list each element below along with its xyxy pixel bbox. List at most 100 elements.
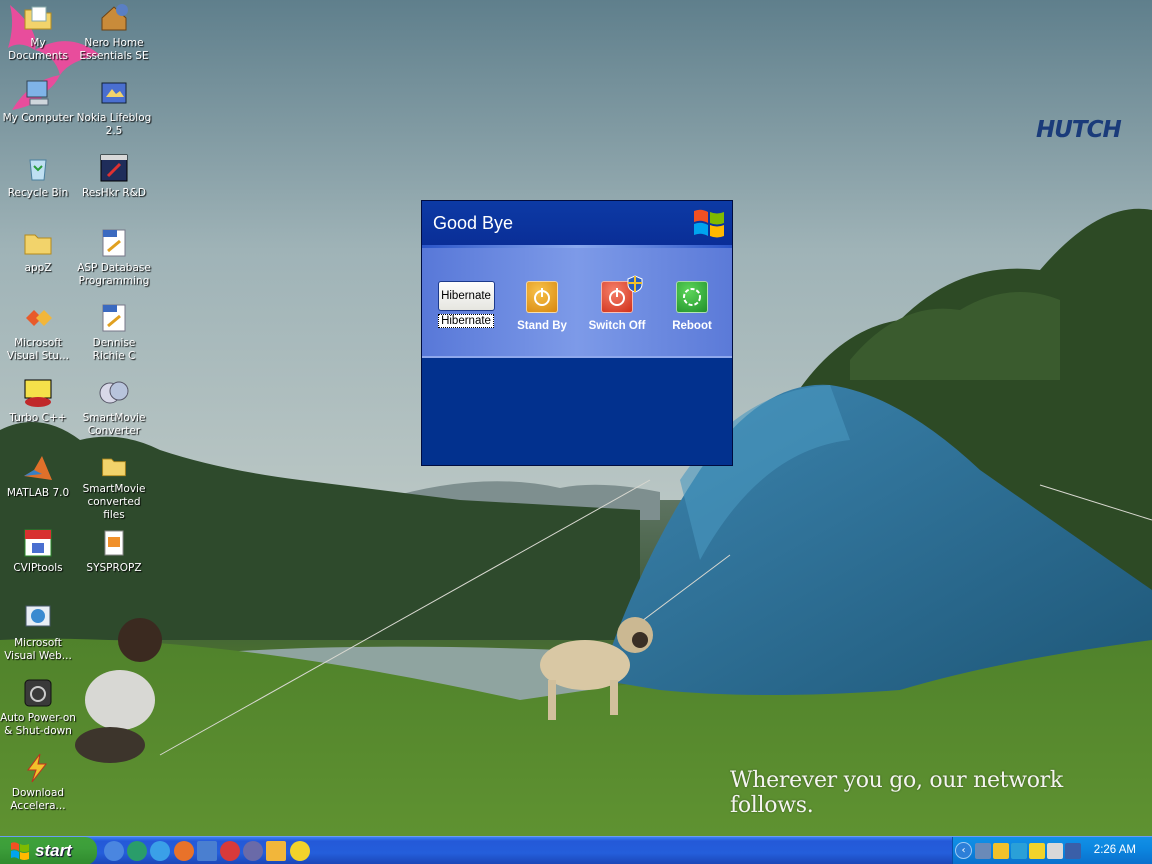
desktop-icon-label: Download Accelera... <box>10 787 66 812</box>
security-shield-icon[interactable] <box>993 843 1009 859</box>
triangle-app-icon[interactable] <box>196 841 217 861</box>
hibernate-button[interactable]: Hibernate <box>437 281 495 311</box>
network-icon[interactable] <box>127 841 148 861</box>
desktop-icon-label: SYSPROPZ <box>86 562 142 574</box>
clock[interactable]: 2:26 AM <box>1094 844 1136 856</box>
visual-web-icon <box>25 605 51 627</box>
desktop-icon-turbo-cpp[interactable]: Turbo C++ <box>0 375 76 447</box>
desktop-icon-label: Auto Power-on & Shut-down <box>0 712 76 737</box>
desktop-icon-visual-web[interactable]: Microsoft Visual Web... <box>0 600 76 672</box>
desktop-icon-reshacker[interactable]: ResHkr R&D <box>76 150 152 222</box>
desktop-icon-label: CVIPtools <box>13 562 63 574</box>
desktop-icon-dennise-richie[interactable]: Dennise Richie C <box>76 300 152 372</box>
recycle-bin-icon <box>29 159 47 181</box>
desktop-icon-matlab[interactable]: MATLAB 7.0 <box>0 450 76 522</box>
cviptools-icon <box>24 529 52 557</box>
pdf-icon <box>102 304 126 332</box>
opera-icon[interactable] <box>219 841 240 861</box>
reboot-option[interactable]: Reboot <box>657 281 727 332</box>
warning-icon[interactable] <box>1029 843 1045 859</box>
firefox-icon[interactable] <box>173 841 194 861</box>
desktop-icon-label: Turbo C++ <box>9 412 67 424</box>
desktop-icon-label: SmartMovie Converter <box>82 412 146 437</box>
desktop-icon-cviptools[interactable]: CVIPtools <box>0 525 76 597</box>
desktop-icon-auto-power[interactable]: Auto Power-on & Shut-down <box>0 675 76 747</box>
desktop-icon-nero-home[interactable]: Nero Home Essentials SE <box>76 0 152 72</box>
ie-icon[interactable] <box>104 841 124 861</box>
folder-icon <box>24 234 52 255</box>
reboot-label: Reboot <box>672 320 712 332</box>
desktop-icon-my-documents[interactable]: My Documents <box>0 0 76 72</box>
desktop-icon-label: Microsoft Visual Web... <box>4 637 72 662</box>
desktop-icon-label: appZ <box>24 262 52 274</box>
dialog-title-bar: Good Bye <box>422 201 732 245</box>
nero-home-icon <box>101 4 128 31</box>
brand-wordmark: HUTCH <box>1036 117 1122 143</box>
network-icon[interactable] <box>975 843 991 859</box>
dialog-footer-stripe <box>422 356 732 358</box>
desktop-icon-label: My Documents <box>8 37 68 62</box>
internet-explorer-icon[interactable] <box>150 841 171 861</box>
switch-off-label: Switch Off <box>588 320 646 332</box>
desktop-icon-label: Dennise Richie C <box>92 337 136 362</box>
desktop-icon-label: ASP Database Programming <box>77 262 151 287</box>
volume-icon[interactable] <box>1047 843 1063 859</box>
sysprop-icon <box>104 530 124 556</box>
desktop-icon-smartmovie-files[interactable]: SmartMovie converted files <box>76 450 152 522</box>
quick-launch-bar <box>104 841 313 861</box>
standby-label: Stand By <box>517 320 567 332</box>
desktop-icon-label: Nokia Lifeblog 2.5 <box>76 112 152 137</box>
desktop-icon-visual-studio[interactable]: Microsoft Visual Stu... <box>0 300 76 372</box>
computer-icon <box>26 80 49 106</box>
folder-documents-icon <box>24 6 52 30</box>
lifeblog-icon <box>101 82 127 104</box>
security-shield-icon <box>627 275 643 293</box>
media-player-icon[interactable] <box>243 841 264 861</box>
wireless-icon[interactable] <box>1011 843 1027 859</box>
reshacker-icon <box>100 154 128 182</box>
pdf-icon <box>102 229 126 257</box>
matlab-icon <box>24 456 52 480</box>
start-label: start <box>35 841 72 860</box>
taskbar: start ‹ 2:26 AM <box>0 836 1152 864</box>
desktop-icon-label: ResHkr R&D <box>82 187 146 199</box>
start-button[interactable]: start <box>0 837 97 864</box>
desktop-icon-label: My Computer <box>2 112 74 124</box>
desktop-icon-appz[interactable]: appZ <box>0 225 76 297</box>
desktop-icon-label: Nero Home Essentials SE <box>79 37 149 62</box>
visual-studio-icon <box>26 310 52 326</box>
smartmovie-icon <box>99 381 129 404</box>
desktop-icon-nokia-lifeblog[interactable]: Nokia Lifeblog 2.5 <box>76 75 152 147</box>
dialog-title: Good Bye <box>433 213 514 233</box>
turbo-cpp-icon <box>24 379 52 407</box>
show-hidden-icons-button[interactable]: ‹ <box>955 842 972 859</box>
wallpaper-tagline: Wherever you go, our network follows. <box>730 768 1063 818</box>
goodbye-dialog: Good Bye Hibernate Hibernate Stand By Sw… <box>421 200 733 466</box>
desktop-icon-label: SmartMovie converted files <box>82 483 146 521</box>
desktop-icon-syspropz[interactable]: SYSPROPZ <box>76 525 152 597</box>
desktop-icon-label: Microsoft Visual Stu... <box>6 337 70 362</box>
messenger-icon[interactable] <box>289 841 310 861</box>
standby-icon[interactable] <box>526 281 558 313</box>
desktop-icon-smartmovie-converter[interactable]: SmartMovie Converter <box>76 375 152 447</box>
desktop-icon-label: Recycle Bin <box>7 187 69 199</box>
desktop-icon-asp-database[interactable]: ASP Database Programming <box>76 225 152 297</box>
windows-logo-icon <box>694 209 724 238</box>
desktop-icon-download-accelerator[interactable]: Download Accelera... <box>0 750 76 822</box>
download-accelerator-icon <box>27 753 48 783</box>
desktop-icon-recycle-bin[interactable]: Recycle Bin <box>0 150 76 222</box>
hibernate-option[interactable]: Hibernate Hibernate <box>431 281 501 328</box>
restart-icon[interactable] <box>676 281 708 313</box>
tray-icons <box>975 843 1083 859</box>
hibernate-label: Hibernate <box>438 314 494 328</box>
notepad-icon[interactable] <box>266 841 287 861</box>
system-tray: ‹ 2:26 AM <box>952 837 1152 864</box>
windows-flag-icon <box>11 842 29 860</box>
switch-off-option[interactable]: Switch Off <box>582 275 652 332</box>
desktop-icon-label: MATLAB 7.0 <box>6 487 70 499</box>
folder-icon <box>102 458 126 477</box>
auto-power-icon <box>24 679 52 707</box>
desktop-icon-my-computer[interactable]: My Computer <box>0 75 76 147</box>
battery-icon[interactable] <box>1065 843 1081 859</box>
standby-option[interactable]: Stand By <box>507 281 577 332</box>
